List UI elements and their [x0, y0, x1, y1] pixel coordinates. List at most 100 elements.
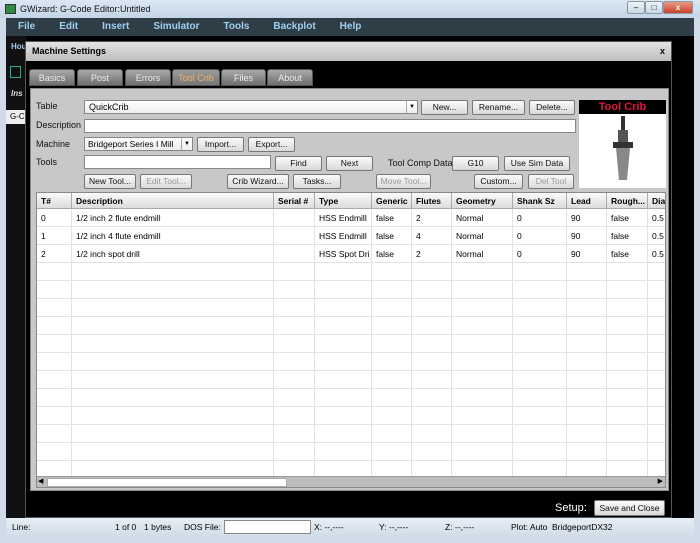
menu-bar: File Edit Insert Simulator Tools Backplo…	[6, 18, 694, 36]
status-plot: Plot: Auto	[511, 522, 548, 532]
table-cell: 0	[517, 249, 522, 259]
tab-post[interactable]: Post	[77, 69, 123, 86]
table-cell: 2	[416, 213, 421, 223]
tab-about[interactable]: About	[267, 69, 313, 86]
chevron-down-icon[interactable]: ▼	[181, 138, 192, 150]
new-table-button[interactable]: New...	[421, 100, 468, 115]
empty-row	[37, 299, 665, 317]
dos-file-input[interactable]	[224, 520, 311, 534]
menu-tools[interactable]: Tools	[211, 18, 261, 36]
table-cell: 1/2 inch spot drill	[76, 249, 140, 259]
table-cell: Normal	[456, 213, 484, 223]
find-button[interactable]: Find	[275, 156, 322, 171]
machine-label: Machine	[36, 139, 71, 149]
description-input[interactable]	[84, 119, 576, 133]
column-header[interactable]: Diar	[648, 193, 665, 209]
gcode-tab[interactable]: G-C	[6, 110, 26, 124]
export-button[interactable]: Export...	[248, 137, 295, 152]
scrollbar-thumb[interactable]	[47, 478, 287, 487]
table-select-value: QuickCrib	[89, 102, 129, 112]
inspect-label: Ins	[11, 89, 23, 98]
column-header[interactable]: Type	[315, 193, 372, 209]
table-cell: 2	[41, 249, 46, 259]
empty-row	[37, 335, 665, 353]
scroll-left-icon[interactable]: ◀	[38, 477, 43, 485]
table-cell: false	[376, 231, 394, 241]
table-cell: false	[611, 231, 629, 241]
table-row[interactable]: 1 1/2 inch 4 flute endmill HSS Endmill fals…	[37, 227, 665, 245]
table-cell: 1/2 inch 2 flute endmill	[76, 213, 161, 223]
move-tool-button[interactable]: Move Tool...	[376, 174, 431, 189]
column-header[interactable]: Description	[72, 193, 274, 209]
column-header[interactable]: Generic	[372, 193, 412, 209]
empty-row	[37, 443, 665, 461]
table-cell: false	[376, 213, 394, 223]
status-machine: BridgeportDX32	[552, 522, 613, 532]
empty-row	[37, 407, 665, 425]
save-and-close-button[interactable]: Save and Close	[594, 500, 665, 516]
crib-wizard-button[interactable]: Crib Wizard...	[227, 174, 289, 189]
table-cell: Normal	[456, 231, 484, 241]
use-sim-data-button[interactable]: Use Sim Data	[504, 156, 570, 171]
tool-image: Tool Crib	[579, 100, 666, 188]
column-header[interactable]: Rough...	[607, 193, 648, 209]
column-header[interactable]: Lead	[567, 193, 607, 209]
chevron-down-icon[interactable]: ▼	[406, 101, 417, 113]
table-select[interactable]: QuickCrib ▼	[84, 100, 418, 114]
tab-errors[interactable]: Errors	[125, 69, 171, 86]
menu-simulator[interactable]: Simulator	[141, 18, 211, 36]
table-cell: 0	[41, 213, 46, 223]
tab-tool-crib[interactable]: Tool Crib	[172, 69, 220, 86]
table-cell: 0	[517, 231, 522, 241]
custom-button[interactable]: Custom...	[474, 174, 523, 189]
window-titlebar: GWizard: G-Code Editor:Untitled	[0, 0, 700, 18]
next-button[interactable]: Next	[326, 156, 373, 171]
tools-label: Tools	[36, 157, 58, 167]
g10-button[interactable]: G10	[452, 156, 499, 171]
column-header[interactable]: Shank Sz	[513, 193, 567, 209]
table-cell: 0.5	[652, 213, 664, 223]
table-cell: 0.5	[652, 249, 664, 259]
menu-insert[interactable]: Insert	[90, 18, 141, 36]
menu-backplot[interactable]: Backplot	[261, 18, 327, 36]
empty-row	[37, 425, 665, 443]
minimize-button[interactable]: –	[627, 1, 645, 14]
tab-files[interactable]: Files	[221, 69, 266, 86]
tab-basics[interactable]: Basics	[29, 69, 75, 86]
column-header[interactable]: T#	[37, 193, 72, 209]
menu-file[interactable]: File	[6, 18, 47, 36]
dialog-close-icon[interactable]: x	[660, 42, 665, 61]
column-header[interactable]: Serial #	[274, 193, 315, 209]
horizontal-scrollbar[interactable]: ◀ ▶	[37, 476, 665, 487]
tools-search-input[interactable]	[84, 155, 271, 169]
menu-help[interactable]: Help	[328, 18, 374, 36]
maximize-button[interactable]: □	[645, 1, 663, 14]
status-y: Y: --,----	[379, 522, 409, 532]
del-tool-button[interactable]: Del Tool	[528, 174, 574, 189]
table-cell: HSS Spot Dri	[319, 249, 370, 259]
status-bar: Line: 1 of 0 1 bytes DOS File: X: --,---…	[6, 518, 694, 536]
machine-settings-dialog: Machine Settings x Basics Post Errors To…	[25, 41, 672, 518]
tasks-button[interactable]: Tasks...	[293, 174, 341, 189]
column-header[interactable]: Geometry	[452, 193, 513, 209]
table-row[interactable]: 2 1/2 inch spot drill HSS Spot Dri false 2 No…	[37, 245, 665, 263]
table-cell: 1/2 inch 4 flute endmill	[76, 231, 161, 241]
new-file-icon[interactable]	[10, 66, 21, 78]
status-line: Line:	[12, 522, 31, 532]
import-button[interactable]: Import...	[197, 137, 244, 152]
edit-tool-button[interactable]: Edit Tool...	[140, 174, 192, 189]
new-tool-button[interactable]: New Tool...	[84, 174, 136, 189]
column-header[interactable]: Flutes	[412, 193, 452, 209]
delete-button[interactable]: Delete...	[529, 100, 575, 115]
table-cell: 90	[571, 231, 581, 241]
window-title: GWizard: G-Code Editor:Untitled	[20, 4, 151, 14]
close-button[interactable]: x	[663, 1, 693, 14]
scroll-right-icon[interactable]: ▶	[658, 477, 663, 485]
menu-edit[interactable]: Edit	[47, 18, 90, 36]
tool-crib-panel: Table QuickCrib ▼ New... Rename... Delete…	[30, 88, 669, 491]
machine-select[interactable]: Bridgeport Series I Mill ▼	[84, 137, 193, 151]
status-z: Z: --,----	[445, 522, 475, 532]
rename-button[interactable]: Rename...	[472, 100, 525, 115]
table-row[interactable]: 0 1/2 inch 2 flute endmill HSS Endmill fals…	[37, 209, 665, 227]
table-cell: HSS Endmill	[319, 231, 367, 241]
